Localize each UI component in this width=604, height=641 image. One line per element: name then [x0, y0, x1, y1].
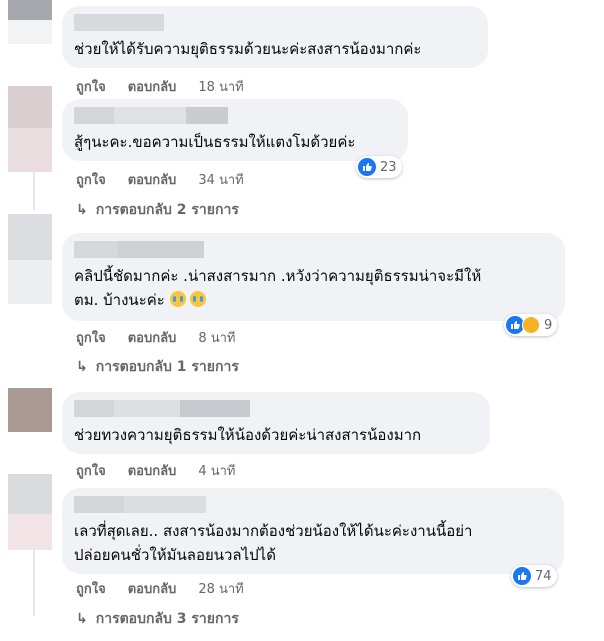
comment-timestamp[interactable]: 34 นาที — [198, 169, 243, 190]
reply-button[interactable]: ตอบกลับ — [128, 460, 177, 481]
comment-text-line-1: คลิปนี้ชัดมากค่ะ .น่าสงสารมาก .หวังว่าคว… — [74, 267, 482, 285]
comment-actions: ถูกใจ ตอบกลับ 34 นาที — [76, 169, 244, 190]
reply-arrow-icon: ↳ — [76, 202, 88, 218]
comment-bubble: สู้ๆนะคะ.ขอความเป็นธรรมให้แตงโมด้วยค่ะ — [62, 99, 408, 161]
comment-text-line-2: ตม. บ้างนะค่ะ — [74, 288, 553, 312]
like-button[interactable]: ถูกใจ — [76, 169, 106, 190]
comment-bubble: ช่วยให้ได้รับความยุติธรรมด้วยนะค่ะสงสารน… — [62, 6, 488, 68]
comment-text: ช่วยทวงความยุติธรรมให้น้องด้วยค่ะน่าสงสา… — [74, 426, 422, 444]
view-replies-link[interactable]: ↳ การตอบกลับ 1 รายการ — [76, 356, 239, 378]
sad-reaction-icon — [522, 316, 540, 334]
comment-actions: ถูกใจ ตอบกลับ 4 นาที — [76, 460, 235, 481]
blurred-author-name[interactable] — [74, 400, 478, 417]
avatar[interactable] — [8, 86, 52, 172]
crying-face-emoji — [169, 291, 186, 307]
comment-bubble: ช่วยทวงความยุติธรรมให้น้องด้วยค่ะน่าสงสา… — [62, 392, 490, 454]
avatar[interactable] — [8, 474, 52, 550]
comment-actions: ถูกใจ ตอบกลับ 8 นาที — [76, 327, 235, 348]
reaction-count: 23 — [380, 159, 397, 175]
reaction-count: 9 — [544, 317, 553, 333]
reaction-summary[interactable]: 23 — [356, 156, 402, 178]
like-button[interactable]: ถูกใจ — [76, 76, 106, 97]
comment-actions: ถูกใจ ตอบกลับ 18 นาที — [76, 76, 244, 97]
crying-face-emoji — [190, 291, 207, 307]
avatar[interactable] — [8, 0, 52, 44]
view-replies-label: การตอบกลับ 3 รายการ — [95, 611, 239, 627]
comment-timestamp[interactable]: 8 นาที — [198, 327, 235, 348]
comment-bubble: เลวที่สุดเลย.. สงสารน้องมากต้องช่วยน้องใ… — [62, 488, 564, 574]
view-replies-link[interactable]: ↳ การตอบกลับ 2 รายการ — [76, 199, 239, 221]
avatar[interactable] — [8, 388, 52, 432]
reaction-summary[interactable]: 9 — [504, 314, 558, 336]
like-button[interactable]: ถูกใจ — [76, 578, 106, 599]
like-button[interactable]: ถูกใจ — [76, 327, 106, 348]
reply-button[interactable]: ตอบกลับ — [128, 327, 177, 348]
view-replies-label: การตอบกลับ 1 รายการ — [95, 359, 239, 375]
comment-text-line-2-text: ตม. บ้างนะค่ะ — [74, 291, 165, 309]
comment-timestamp[interactable]: 28 นาที — [198, 578, 243, 599]
like-button[interactable]: ถูกใจ — [76, 460, 106, 481]
blurred-author-name[interactable] — [74, 107, 396, 124]
blurred-author-name[interactable] — [74, 496, 552, 513]
comment-actions: ถูกใจ ตอบกลับ 28 นาที — [76, 578, 244, 599]
blurred-author-name[interactable] — [74, 14, 476, 31]
view-replies-link[interactable]: ↳ การตอบกลับ 3 รายการ — [76, 608, 239, 630]
comment-text: ช่วยให้ได้รับความยุติธรรมด้วยนะค่ะสงสารน… — [74, 40, 422, 58]
like-reaction-icon — [358, 158, 376, 176]
avatar[interactable] — [8, 214, 52, 304]
reaction-count: 74 — [535, 568, 552, 584]
like-reaction-icon — [513, 567, 531, 585]
comment-timestamp[interactable]: 18 นาที — [198, 76, 243, 97]
comment-text-line-1: เลวที่สุดเลย.. สงสารน้องมากต้องช่วยน้องใ… — [74, 522, 473, 540]
blurred-author-name[interactable] — [74, 241, 553, 258]
reply-button[interactable]: ตอบกลับ — [128, 578, 177, 599]
comment-text: สู้ๆนะคะ.ขอความเป็นธรรมให้แตงโมด้วยค่ะ — [74, 133, 356, 151]
view-replies-label: การตอบกลับ 2 รายการ — [95, 202, 239, 218]
comment-text-line-2: ปล่อยคนชั่วให้มันลอยนวลไปได้ — [74, 546, 276, 564]
reply-button[interactable]: ตอบกลับ — [128, 76, 177, 97]
comment-timestamp[interactable]: 4 นาที — [198, 460, 235, 481]
reply-arrow-icon: ↳ — [76, 611, 88, 627]
reaction-summary[interactable]: 74 — [511, 565, 557, 587]
reply-arrow-icon: ↳ — [76, 359, 88, 375]
reply-button[interactable]: ตอบกลับ — [128, 169, 177, 190]
comment-bubble: คลิปนี้ชัดมากค่ะ .น่าสงสารมาก .หวังว่าคว… — [62, 233, 565, 321]
